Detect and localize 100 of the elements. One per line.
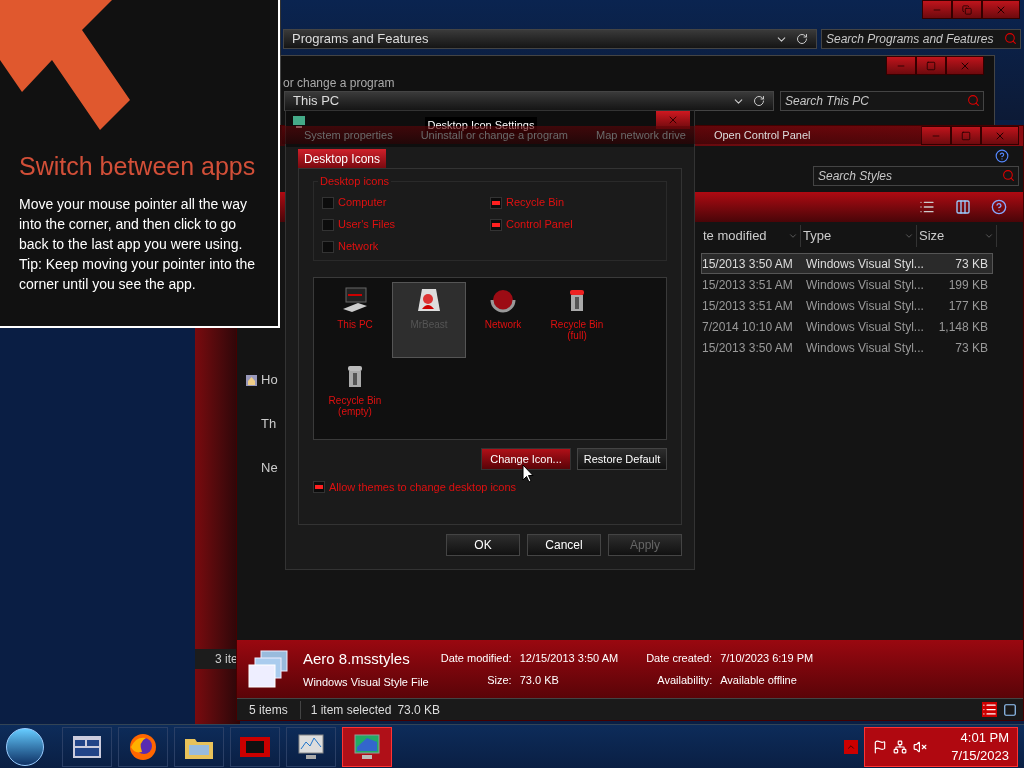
minimize-button[interactable] (886, 56, 916, 75)
icon-list-item[interactable]: Recycle Bin (full) (540, 282, 614, 358)
search-icon[interactable] (967, 94, 980, 107)
nav-item[interactable]: Ho (261, 370, 278, 390)
property-label: Date created: (645, 650, 713, 666)
column-header[interactable]: Type (801, 225, 917, 247)
monitor-icon (352, 731, 382, 762)
tab[interactable]: Desktop Icons (298, 149, 387, 168)
taskbar-button[interactable] (174, 726, 224, 767)
nav-item[interactable]: Ne (261, 458, 278, 478)
selection-info: 1 item selected (309, 701, 392, 719)
network-icon[interactable] (893, 739, 907, 754)
details-view-icon[interactable] (982, 702, 997, 717)
search-icon[interactable] (1004, 32, 1017, 45)
checkbox-label[interactable]: Allow themes to change desktop icons (329, 479, 517, 496)
checkbox[interactable] (322, 196, 334, 209)
dialog-button[interactable]: Cancel (527, 534, 601, 556)
checkbox[interactable] (322, 218, 334, 231)
close-button[interactable] (982, 0, 1020, 19)
monitor-chart-icon (296, 731, 326, 762)
minimize-button[interactable] (922, 0, 952, 19)
taskbar-button[interactable] (118, 726, 168, 767)
toolbar-item[interactable]: System properties (304, 126, 393, 144)
icon-list-item[interactable]: This PC (318, 282, 392, 358)
property-value: 7/10/2023 6:19 PM (720, 650, 814, 666)
file-row[interactable]: 7/2014 10:10 AM Windows Visual Styl... 1,148 KB (701, 316, 993, 337)
tip-title: Switch between apps (19, 151, 257, 182)
checkbox[interactable] (313, 481, 325, 494)
file-row[interactable]: 15/2013 3:51 AM Windows Visual Styl... 177 KB (701, 295, 993, 316)
browser-icon (128, 731, 158, 762)
file-name: Aero 8.msstyles (303, 648, 411, 669)
address-bar[interactable]: This PC (284, 91, 774, 111)
help-icon[interactable] (991, 199, 1007, 215)
checkbox-label[interactable]: Network (338, 238, 379, 255)
icon-list-item[interactable]: Recycle Bin (empty) (318, 358, 392, 434)
clock-time[interactable]: 4:01 PM (960, 728, 1009, 747)
restore-default-button[interactable]: Restore Default (577, 448, 667, 470)
maximize-button[interactable] (952, 0, 982, 19)
search-field[interactable]: Search Styles (813, 166, 1019, 186)
search-field[interactable]: Search This PC (780, 91, 984, 111)
tip-hint: Tip: Keep moving your pointer into the corner until you see the app. (19, 254, 257, 294)
house-icon (245, 373, 258, 387)
checkbox[interactable] (490, 218, 502, 231)
file-row[interactable]: 15/2013 3:50 AM Windows Visual Styl... 73 KB (701, 337, 993, 358)
help-icon[interactable] (995, 149, 1009, 163)
refresh-icon[interactable] (753, 95, 765, 107)
taskbar-button[interactable] (62, 726, 112, 767)
muted-speaker-icon[interactable] (913, 739, 927, 754)
change-icon-button[interactable]: Change Icon... (481, 448, 571, 470)
search-field[interactable]: Search Programs and Features (821, 29, 1021, 49)
computer-icon (292, 115, 306, 129)
image-stack-icon (247, 649, 291, 689)
start-button[interactable] (6, 727, 44, 766)
maximize-icon (961, 130, 971, 141)
file-row[interactable]: 15/2013 3:51 AM Windows Visual Styl... 199 KB (701, 274, 993, 295)
column-header[interactable]: te modified (701, 225, 801, 247)
selection-size: 73.0 KB (396, 701, 441, 719)
maximize-button[interactable] (916, 56, 946, 75)
arrow-icon (0, 0, 132, 132)
toolbar-item[interactable]: Open Control Panel (713, 126, 811, 144)
checkbox-label[interactable]: Computer (338, 194, 387, 211)
property-value: 73.0 KB (519, 673, 560, 688)
close-button[interactable] (981, 126, 1019, 145)
search-icon[interactable] (1002, 169, 1015, 182)
minimize-button[interactable] (921, 126, 951, 145)
dialog-button[interactable]: OK (446, 534, 520, 556)
close-button[interactable] (946, 56, 984, 75)
icon-list-item[interactable]: Network (466, 282, 540, 358)
property-value: Available offline (720, 673, 798, 688)
preview-pane-icon[interactable] (955, 199, 971, 215)
column-header[interactable]: Size (917, 225, 997, 247)
tiles-view-icon[interactable] (1003, 702, 1017, 717)
window-grid-icon (72, 733, 102, 760)
close-icon (667, 114, 679, 126)
flag-icon[interactable] (873, 739, 887, 754)
item-count: 5 items (237, 700, 301, 719)
property-label: Date modified: (440, 650, 512, 666)
page-heading: or change a program (282, 75, 396, 91)
address-bar[interactable]: Programs and Features (283, 29, 817, 49)
property-label: Size: (486, 673, 512, 688)
toolbar-item[interactable]: Map network drive (596, 126, 686, 144)
restore-icon (962, 4, 972, 15)
maximize-icon (926, 60, 936, 71)
checkbox-label[interactable]: User's Files (338, 216, 396, 233)
file-row[interactable]: 15/2013 3:50 AM Windows Visual Styl... 73 KB (701, 253, 993, 274)
taskbar-button[interactable] (286, 726, 336, 767)
property-label: Availability: (656, 673, 713, 688)
show-hidden-icons-button[interactable] (844, 739, 858, 754)
refresh-icon[interactable] (796, 33, 808, 45)
checkbox-label[interactable]: Control Panel (506, 216, 573, 233)
checkbox[interactable] (322, 240, 334, 253)
list-view-icon[interactable] (919, 199, 935, 215)
property-value: 12/15/2013 3:50 AM (519, 650, 619, 666)
checkbox[interactable] (490, 196, 502, 209)
nav-item[interactable]: Th (261, 414, 277, 434)
checkbox-label[interactable]: Recycle Bin (506, 194, 565, 211)
clock-date[interactable]: 7/15/2023 (951, 746, 1009, 765)
cursor-icon (522, 464, 534, 483)
maximize-button[interactable] (951, 126, 981, 145)
file-type: Windows Visual Style File (303, 675, 429, 690)
